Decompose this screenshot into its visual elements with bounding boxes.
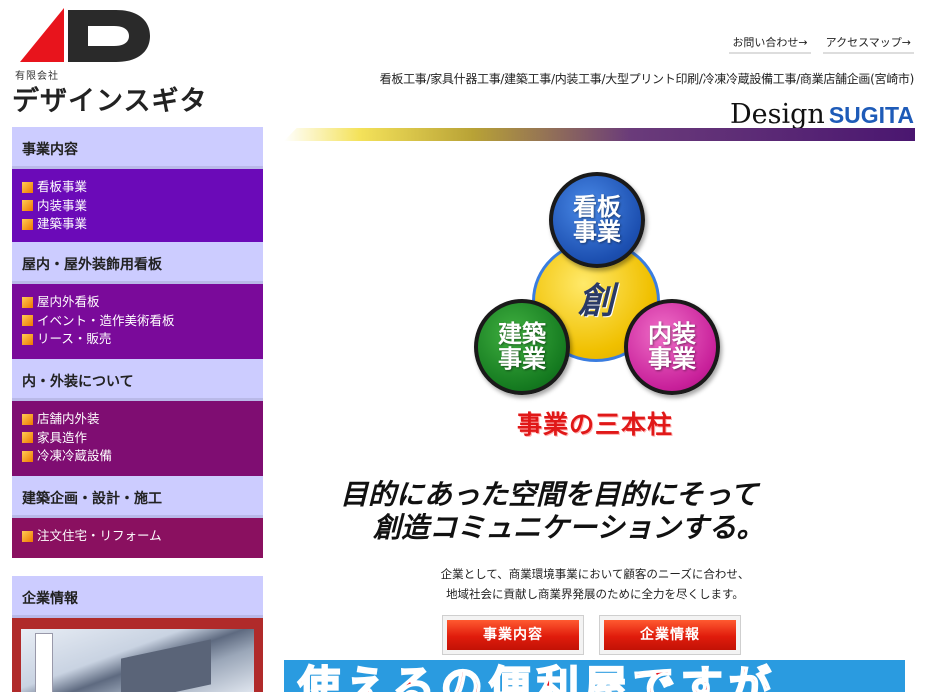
sidebar-item-label: イベント・造作美術看板: [37, 312, 175, 328]
sidebar-list-signage: 屋内外看板 イベント・造作美術看板 リース・販売: [12, 284, 263, 359]
sidebar-corporate: 企業情報: [12, 576, 263, 692]
corporate-button[interactable]: 企業情報: [600, 616, 740, 654]
bullet-icon: [22, 333, 33, 345]
diagram-signboard-circle: 看板 事業: [549, 172, 645, 268]
diagram-center-label: 創: [577, 280, 614, 322]
header-gradient-bar: [284, 128, 915, 141]
diagram-label: 事業: [648, 345, 696, 373]
diagram-construction-circle: 建築 事業: [474, 299, 570, 395]
diagram-label: 看板: [573, 193, 621, 221]
photo-building: [121, 639, 211, 692]
sidebar-item-label: 冷凍冷蔵設備: [37, 448, 113, 463]
description-line-2: 地域社会に貢献し商業界発展のために全力を尽くします。: [446, 587, 744, 601]
top-links: お問い合わせ→ アクセスマップ→: [729, 32, 914, 54]
corporate-building-photo[interactable]: [21, 629, 254, 692]
sidebar-item-construction[interactable]: 建築事業: [22, 215, 263, 234]
description-line-1: 企業として、商業環境事業において顧客のニーズに合わせ、: [440, 567, 750, 581]
banner-text: 使えるの便利屋ですが: [297, 662, 777, 692]
sidebar-item-furniture[interactable]: 家具造作: [22, 429, 263, 448]
sidebar-item-event-sign[interactable]: イベント・造作美術看板: [22, 312, 263, 331]
diagram-label: 事業: [498, 345, 546, 373]
sidebar-item-interior[interactable]: 内装事業: [22, 197, 263, 216]
pillars-caption: 事業の三本柱: [516, 410, 673, 439]
access-map-link[interactable]: アクセスマップ→: [822, 32, 914, 54]
bullet-icon: [22, 413, 33, 425]
sidebar-item-label: 建築事業: [37, 216, 88, 231]
tagline-line-1: 目的にあった空間を目的にそって: [340, 478, 759, 511]
sidebar-item-label: 屋内外看板: [37, 294, 100, 309]
sidebar-head-interior-exterior[interactable]: 内・外装について: [12, 359, 263, 401]
diagram-label: 内装: [648, 320, 696, 348]
sidebar-head-corporate[interactable]: 企業情報: [12, 576, 263, 618]
business-button[interactable]: 事業内容: [443, 616, 583, 654]
sidebar-item-label: 店舗内外装: [37, 411, 100, 426]
services-line: 看板工事/家具什器工事/建築工事/内装工事/大型プリント印刷/冷凍冷蔵設備工事/…: [379, 72, 915, 86]
sidebar-item-label: 看板事業: [37, 179, 88, 194]
bullet-icon: [22, 432, 33, 444]
company-description: 企業として、商業環境事業において顧客のニーズに合わせ、 地域社会に貢献し商業界発…: [380, 564, 810, 604]
sidebar-item-indoor-outdoor-sign[interactable]: 屋内外看板: [22, 293, 263, 312]
sidebar-item-custom-home[interactable]: 注文住宅・リフォーム: [22, 527, 263, 546]
sidebar-list-business: 看板事業 内装事業 建築事業: [12, 169, 263, 242]
brand-sugita: SUGITA: [828, 102, 914, 128]
sidebar-item-label: リース・販売: [37, 331, 112, 346]
company-name: デザインスギタ: [12, 86, 208, 117]
sidebar-head-business[interactable]: 事業内容: [12, 127, 263, 169]
sidebar-item-signboard[interactable]: 看板事業: [22, 178, 263, 197]
brand-design: Design: [730, 99, 825, 130]
diagram-interior-circle: 内装 事業: [624, 299, 720, 395]
diagram-label: 建築: [498, 320, 546, 348]
tagline-line-2: 創造コミュニケーションする。: [373, 511, 765, 544]
sidebar-head-signage[interactable]: 屋内・屋外装飾用看板: [12, 242, 263, 284]
sidebar-head-architecture[interactable]: 建築企画・設計・施工: [12, 476, 263, 518]
site-logo[interactable]: 有限会社 デザインスギタ: [12, 8, 206, 117]
sidebar-list-interior-exterior: 店舗内外装 家具造作 冷凍冷蔵設備: [12, 401, 263, 476]
contact-link[interactable]: お問い合わせ→: [729, 32, 811, 54]
sidebar-item-lease-sales[interactable]: リース・販売: [22, 330, 263, 349]
bullet-icon: [22, 218, 33, 230]
logo-mark-icon: [20, 8, 150, 62]
tagline: 目的にあった空間を目的にそって 創造コミュニケーションする。: [340, 478, 880, 544]
sidebar-item-store-interior[interactable]: 店舗内外装: [22, 410, 263, 429]
bullet-icon: [22, 530, 33, 542]
photo-sign-tower: [35, 633, 53, 692]
bullet-icon: [22, 315, 33, 327]
three-pillars-diagram: 創 看板 事業 建築 事業 内装 事業: [470, 172, 724, 400]
sidebar-item-label: 注文住宅・リフォーム: [37, 528, 162, 543]
sidebar-list-architecture: 注文住宅・リフォーム: [12, 518, 263, 558]
diagram-label: 事業: [573, 218, 621, 246]
sidebar-item-label: 家具造作: [37, 429, 88, 445]
bullet-icon: [22, 296, 33, 308]
sidebar-item-label: 内装事業: [37, 197, 88, 213]
sidebar: 事業内容 看板事業 内装事業 建築事業 屋内・屋外装飾用看板 屋内外看板 イベン…: [12, 127, 263, 558]
bullet-icon: [22, 200, 33, 212]
promo-banner[interactable]: 使えるの便利屋ですが: [284, 660, 905, 692]
bullet-icon: [22, 450, 33, 462]
bullet-icon: [22, 181, 33, 193]
sidebar-item-refrigeration[interactable]: 冷凍冷蔵設備: [22, 447, 263, 466]
brand-wordmark: Design SUGITA: [730, 99, 914, 130]
corporate-photo-frame: [12, 618, 263, 692]
